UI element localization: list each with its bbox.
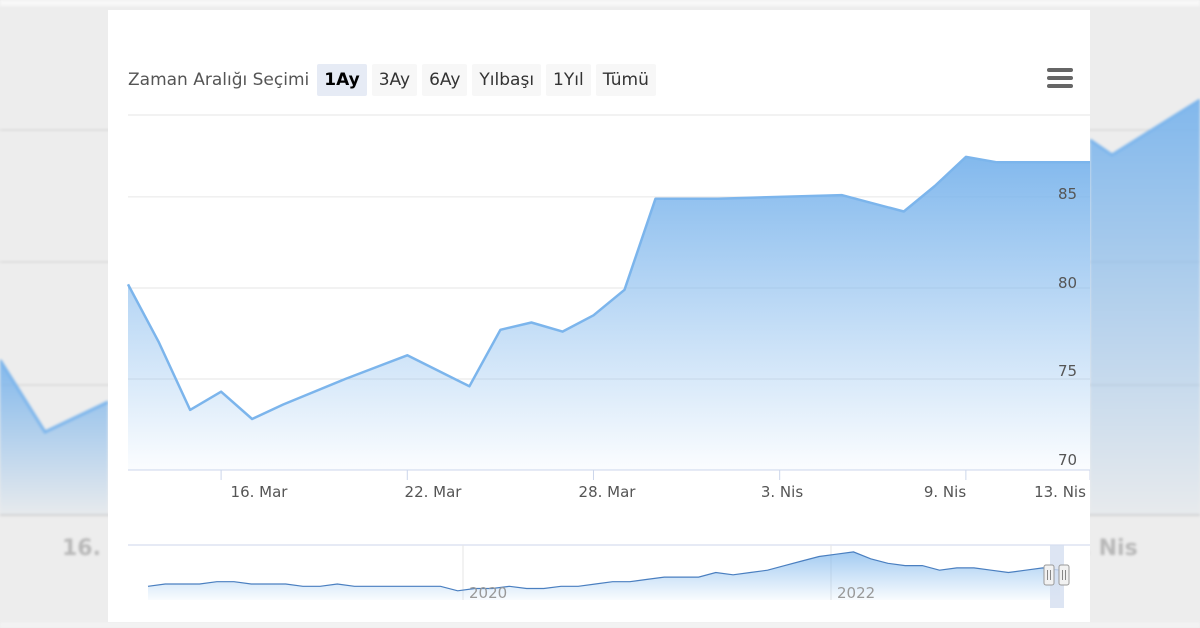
x-tick-label: 16. Mar [230, 483, 288, 501]
range-button-1ay[interactable]: 1Ay [317, 64, 367, 96]
range-button-6ay[interactable]: 6Ay [422, 64, 468, 96]
navigator-handle[interactable] [1058, 564, 1070, 586]
navigator-x-tick-label: 2020 [469, 584, 508, 602]
range-selector: Zaman Aralığı Seçimi 1Ay 3Ay 6Ay Yılbaşı… [128, 63, 661, 97]
y-tick-label: 70 [1058, 451, 1078, 469]
area-fill [128, 156, 1090, 470]
menu-bar [1047, 76, 1073, 80]
navigator-handle[interactable] [1043, 564, 1055, 586]
range-button-tumu[interactable]: Tümü [595, 64, 656, 96]
chart-canvas: 16. Mar 13. Nis Zaman Aralığı Seçimi 1Ay… [0, 0, 1200, 628]
x-tick-label: 28. Mar [578, 483, 636, 501]
x-tick-label: 9. Nis [923, 483, 967, 501]
x-tick-label: 22. Mar [404, 483, 462, 501]
y-tick-label: 80 [1058, 274, 1078, 292]
chart-card: Zaman Aralığı Seçimi 1Ay 3Ay 6Ay Yılbaşı… [108, 10, 1090, 622]
range-selector-label: Zaman Aralığı Seçimi [128, 70, 310, 90]
x-tick-label: 13. Nis [1034, 483, 1086, 501]
y-tick-label: 85 [1058, 185, 1078, 203]
range-button-yilbasi[interactable]: Yılbaşı [472, 64, 542, 96]
navigator-area [148, 551, 1060, 600]
hamburger-menu-icon[interactable] [1046, 68, 1074, 92]
backdrop-area-right [1090, 100, 1200, 515]
y-tick-label: 75 [1058, 362, 1078, 380]
backdrop-bottom-strip [0, 622, 1200, 628]
menu-bar [1047, 68, 1073, 72]
main-chart-svg [126, 114, 1090, 608]
backdrop-top-strip [0, 0, 1200, 6]
range-button-3ay[interactable]: 3Ay [371, 64, 418, 96]
range-button-1yil[interactable]: 1Yıl [546, 64, 591, 96]
menu-bar [1047, 84, 1073, 88]
navigator-x-tick-label: 2022 [837, 584, 876, 602]
x-tick-label: 3. Nis [760, 483, 804, 501]
